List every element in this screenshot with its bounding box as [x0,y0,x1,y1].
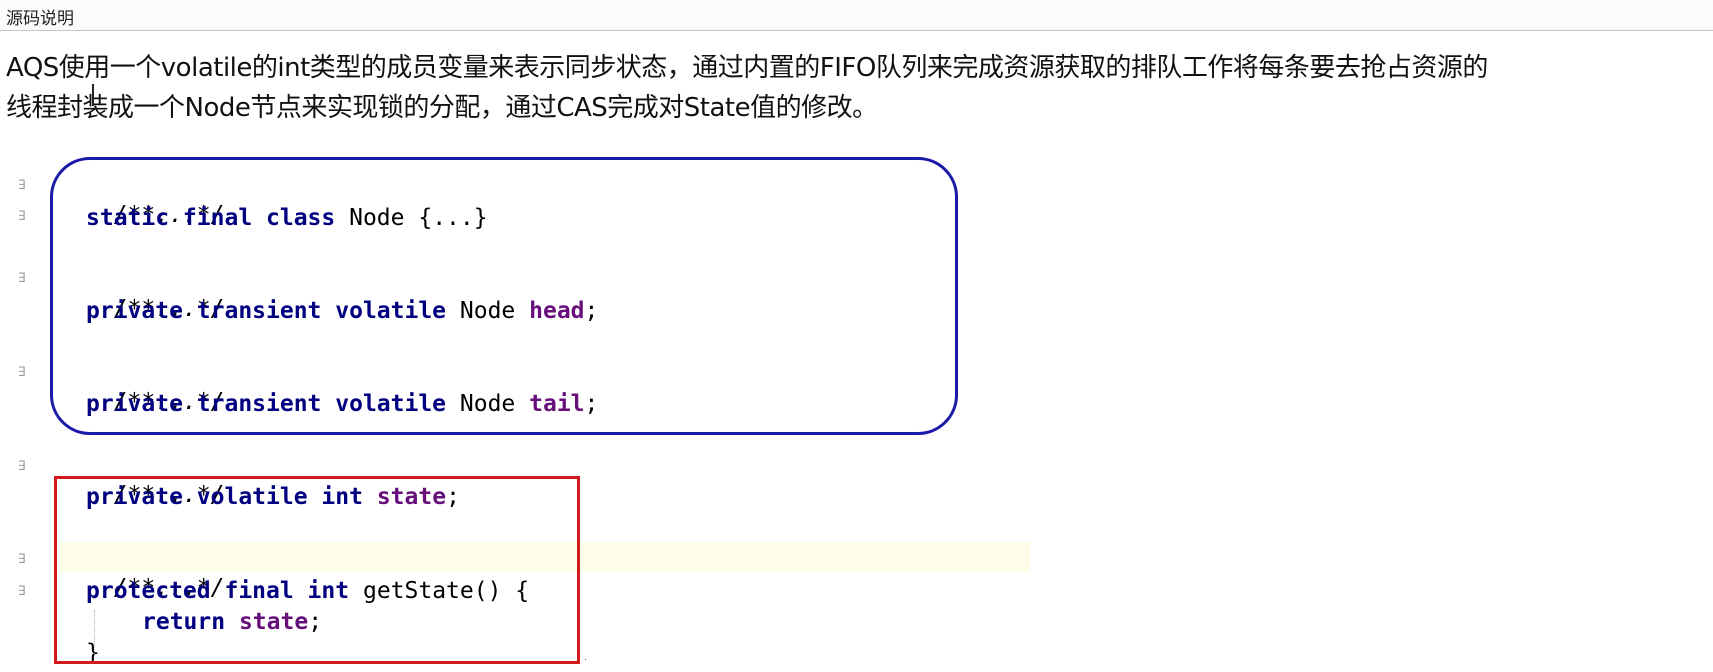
red-annotation-box [54,476,580,664]
description: AQS使用一个volatile的int类型的成员变量来表示同步状态，通过内置的F… [6,48,1706,128]
fold-marker-icon[interactable]: ∃ [18,178,30,193]
stray-mark: . [584,652,588,663]
description-line-1: AQS使用一个volatile的int类型的成员变量来表示同步状态，通过内置的F… [6,53,1488,83]
blue-annotation-box [50,157,958,435]
fold-marker-icon[interactable]: ∃ [18,209,30,224]
fold-marker-icon[interactable]: ∃ [18,584,30,599]
fold-marker-icon[interactable]: ∃ [18,365,30,380]
text-cursor-icon [92,84,97,106]
fold-marker-icon[interactable]: ∃ [18,459,30,474]
fold-marker-icon[interactable]: ∃ [18,271,30,286]
header-bar: 源码说明 [0,0,1713,31]
page-title: 源码说明 [6,9,74,29]
description-line-2: 线程封装成一个Node节点来实现锁的分配，通过CAS完成对State值的修改。 [6,93,878,123]
fold-marker-icon[interactable]: ∃ [18,552,30,567]
